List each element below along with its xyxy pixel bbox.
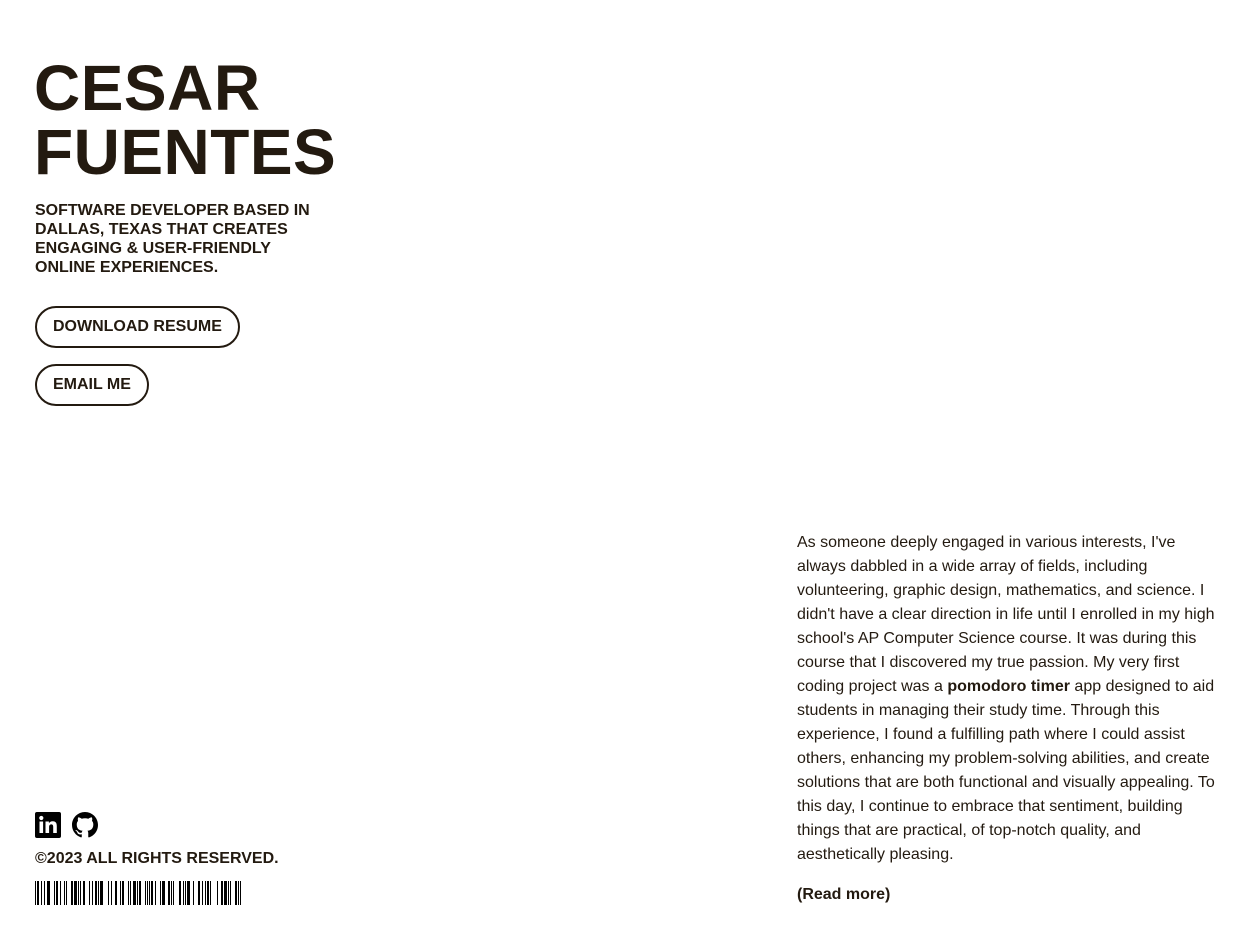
barcode-bar (130, 881, 131, 905)
barcode-bar (64, 881, 65, 905)
barcode-bar (202, 881, 203, 905)
barcode-bar (160, 881, 161, 905)
barcode-bar (89, 881, 90, 905)
barcode-bar (145, 881, 146, 905)
linkedin-link[interactable] (35, 812, 61, 838)
barcode-bar (162, 881, 165, 905)
barcode-bar (56, 881, 58, 905)
tagline-line: ENGAGING & USER-FRIENDLY (35, 240, 271, 257)
tagline-line: DALLAS, TEXAS THAT CREATES (35, 221, 288, 238)
name-first: CESAR (34, 52, 261, 124)
social-links (35, 812, 98, 838)
barcode-bar (173, 881, 174, 905)
download-resume-button[interactable]: DOWNLOAD RESUME (35, 306, 240, 348)
barcode-bar (230, 881, 231, 905)
barcode-bar (108, 881, 109, 905)
about-highlight: pomodoro timer (947, 678, 1070, 695)
barcode-bar (115, 881, 117, 905)
barcode-bar (151, 881, 153, 905)
tagline-line: ONLINE EXPERIENCES. (35, 259, 219, 276)
name-last: FUENTES (34, 116, 337, 188)
barcode-bar (92, 881, 93, 905)
page-title: CESAR FUENTES (34, 56, 336, 184)
barcode-bar (122, 881, 124, 905)
barcode-bar (240, 881, 241, 905)
barcode-bar (149, 881, 150, 905)
barcode-bar (228, 881, 229, 905)
barcode-bar (185, 881, 186, 905)
barcode-bar (224, 881, 227, 905)
barcode-bar (100, 881, 103, 905)
barcode-bar (44, 881, 45, 905)
barcode-bar (139, 881, 141, 905)
email-me-button[interactable]: EMAIL ME (35, 364, 149, 406)
barcode-bar (128, 881, 129, 905)
barcode-bar (35, 881, 36, 905)
barcode-bar (217, 881, 218, 905)
about-text-after: app designed to aid students in managing… (797, 678, 1215, 863)
barcode-bar (198, 881, 200, 905)
barcode-graphic (35, 881, 241, 905)
barcode-bar (147, 881, 148, 905)
barcode-bar (238, 881, 239, 905)
barcode-bar (171, 881, 172, 905)
barcode-bar (95, 881, 97, 905)
barcode-bar (187, 881, 190, 905)
barcode-bar (60, 881, 61, 905)
tagline-line: SOFTWARE DEVELOPER BASED IN (35, 202, 310, 219)
barcode-bar (120, 881, 121, 905)
barcode-bar (80, 881, 81, 905)
github-link[interactable] (72, 812, 98, 838)
barcode-bar (193, 881, 194, 905)
about-paragraph: As someone deeply engaged in various int… (797, 531, 1219, 867)
barcode-bar (41, 881, 42, 905)
barcode-bar (210, 881, 211, 905)
barcode-bar (137, 881, 138, 905)
tagline: SOFTWARE DEVELOPER BASED IN DALLAS, TEXA… (35, 201, 325, 277)
barcode-bar (221, 881, 223, 905)
barcode-bar (183, 881, 184, 905)
read-more-link[interactable]: (Read more) (797, 885, 890, 905)
barcode-bar (37, 881, 39, 905)
barcode-bar (47, 881, 50, 905)
linkedin-icon (35, 812, 61, 838)
barcode-bar (54, 881, 55, 905)
barcode-bar (205, 881, 206, 905)
barcode-bar (74, 881, 77, 905)
barcode-bar (168, 881, 170, 905)
barcode-bar (207, 881, 209, 905)
barcode-bar (83, 881, 85, 905)
barcode-bar (66, 881, 67, 905)
barcode-bar (111, 881, 112, 905)
barcode-bar (71, 881, 73, 905)
github-icon (72, 812, 98, 838)
barcode-bar (98, 881, 99, 905)
barcode-bar (179, 881, 181, 905)
barcode-bar (133, 881, 136, 905)
copyright-text: ©2023 ALL RIGHTS RESERVED. (35, 850, 279, 867)
about-text-before: As someone deeply engaged in various int… (797, 534, 1215, 695)
barcode-bar (155, 881, 156, 905)
barcode-bar (235, 881, 237, 905)
barcode-bar (78, 881, 79, 905)
